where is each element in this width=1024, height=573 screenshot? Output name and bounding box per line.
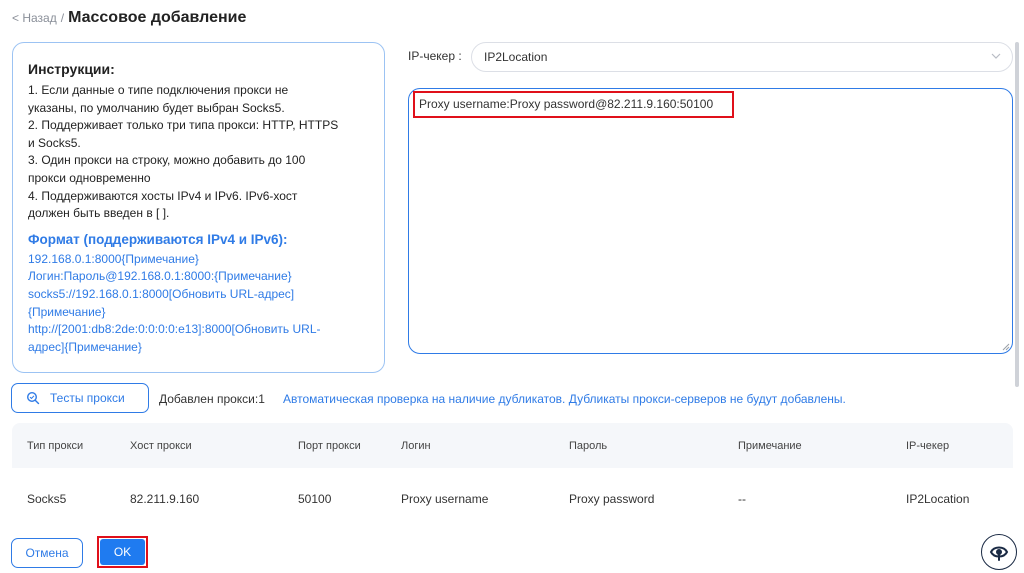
added-proxy-label: Добавлен прокси: bbox=[159, 392, 259, 406]
ip-checker-value: IP2Location bbox=[484, 50, 548, 64]
added-proxy-count: 1 bbox=[258, 392, 265, 406]
column-header-login: Логин bbox=[401, 439, 431, 452]
cell-port: 50100 bbox=[298, 491, 332, 506]
cell-password: Proxy password bbox=[569, 491, 655, 506]
cell-note: -- bbox=[738, 491, 746, 506]
format-example: Логин:Пароль@192.168.0.1:8000:{Примечани… bbox=[28, 269, 292, 284]
column-header-ip-checker: IP-чекер bbox=[906, 439, 950, 452]
column-header-host: Хост прокси bbox=[130, 439, 192, 452]
instruction-line: должен быть введен в [ ]. bbox=[28, 206, 170, 221]
test-proxy-button[interactable]: Тесты прокси bbox=[11, 383, 149, 413]
bulk-add-page: < Назад / Массовое добавление Инструкции… bbox=[0, 0, 1024, 573]
back-link[interactable]: < Назад bbox=[12, 11, 57, 25]
cell-host: 82.211.9.160 bbox=[130, 491, 200, 506]
format-example: 192.168.0.1:8000{Примечание} bbox=[28, 251, 199, 266]
column-header-password: Пароль bbox=[569, 439, 608, 452]
proxy-textarea[interactable]: Proxy username:Proxy password@82.211.9.1… bbox=[408, 88, 1013, 354]
instruction-line: и Socks5. bbox=[28, 135, 81, 150]
table-header: Тип прокси Хост прокси Порт прокси Логин… bbox=[12, 423, 1013, 468]
instruction-line: 1. Если данные о типе подключения прокси… bbox=[28, 83, 289, 97]
format-example: {Примечание} bbox=[28, 304, 106, 319]
proxy-table: Тип прокси Хост прокси Порт прокси Логин… bbox=[12, 423, 1013, 521]
instruction-line: прокси одновременно bbox=[28, 170, 151, 185]
instruction-line: 4. Поддерживаются хосты IPv4 и IPv6. IPv… bbox=[28, 188, 298, 203]
format-example: http://[2001:db8:2de:0:0:0:0:e13]:8000[О… bbox=[28, 322, 321, 337]
instructions-panel: Инструкции: 1. Если данные о типе подклю… bbox=[12, 42, 385, 373]
search-icon bbox=[26, 391, 40, 405]
ok-button[interactable]: OK bbox=[100, 539, 145, 565]
instruction-line: 3. Один прокси на строку, можно добавить… bbox=[28, 153, 306, 168]
cell-ip-checker: IP2Location bbox=[906, 491, 970, 506]
help-button[interactable] bbox=[981, 534, 1017, 570]
column-header-type: Тип прокси bbox=[27, 439, 84, 452]
breadcrumb-separator: / bbox=[60, 11, 65, 25]
scrollbar[interactable] bbox=[1015, 42, 1019, 387]
input-highlight bbox=[413, 91, 734, 118]
instruction-line: указаны, по умолчанию будет выбран Socks… bbox=[28, 100, 285, 115]
ip-checker-select[interactable]: IP2Location bbox=[471, 42, 1013, 72]
test-proxy-label: Тесты прокси bbox=[50, 391, 125, 405]
instruction-line: 2. Поддерживает только три типа прокси: … bbox=[28, 118, 339, 133]
cell-type: Socks5 bbox=[27, 491, 67, 506]
duplicate-note: Автоматическая проверка на наличие дубли… bbox=[283, 392, 846, 406]
breadcrumb: < Назад / Массовое добавление bbox=[12, 9, 246, 27]
ip-checker-label: IP-чекер : bbox=[408, 49, 462, 63]
added-proxy-status: Добавлен прокси:1 bbox=[159, 392, 265, 406]
chevron-down-icon bbox=[991, 53, 1001, 59]
format-title: Формат (поддерживаются IPv4 и IPv6): bbox=[28, 231, 288, 247]
column-header-port: Порт прокси bbox=[298, 439, 361, 452]
page-title: Массовое добавление bbox=[68, 9, 247, 26]
instructions-title: Инструкции: bbox=[28, 61, 115, 77]
resize-handle-icon[interactable] bbox=[1002, 343, 1010, 351]
column-header-note: Примечание bbox=[738, 439, 802, 452]
cell-login: Proxy username bbox=[401, 491, 489, 506]
cancel-button[interactable]: Отмена bbox=[11, 538, 83, 568]
format-example: адрес]{Примечание} bbox=[28, 339, 142, 354]
table-row: Socks5 82.211.9.160 50100 Proxy username… bbox=[12, 468, 1013, 521]
format-example: socks5://192.168.0.1:8000[Обновить URL-а… bbox=[28, 286, 295, 301]
eye-help-icon bbox=[989, 546, 1009, 561]
